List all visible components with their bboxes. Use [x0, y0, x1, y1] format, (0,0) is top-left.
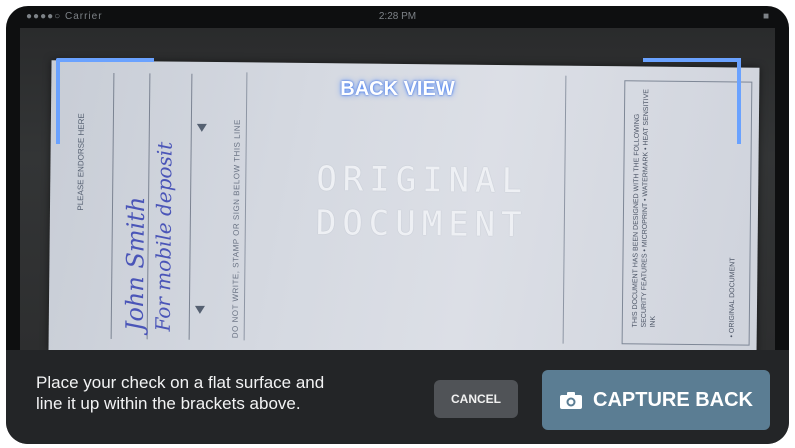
check-center-panel: ORIGINAL DOCUMENT	[243, 72, 567, 344]
camera-icon	[559, 391, 583, 409]
capture-back-button[interactable]: CAPTURE BACK	[542, 370, 770, 430]
alignment-bracket-top-left	[56, 58, 154, 144]
handwriting-name: John Smith	[120, 196, 151, 332]
watermark-line: DOCUMENT	[315, 203, 528, 246]
arrow-down-icon	[196, 123, 207, 132]
capture-toolbar: Place your check on a flat surface and l…	[6, 350, 789, 444]
check-edge-text: • ORIGINAL DOCUMENT	[728, 257, 737, 338]
watermark-line: ORIGINAL	[316, 159, 529, 202]
handwriting-note: For mobile deposit	[150, 141, 177, 332]
watermark: ORIGINAL DOCUMENT	[316, 157, 529, 247]
status-bar: ●●●●○ Carrier 2:28 PM ■	[6, 6, 789, 28]
alignment-bracket-top-right	[643, 58, 741, 144]
arrow-down-icon	[194, 305, 205, 314]
status-time: 2:28 PM	[378, 11, 417, 22]
do-not-write-notice: DO NOT WRITE, STAMP OR SIGN BELOW THIS L…	[230, 119, 242, 339]
app-screen: ●●●●○ Carrier 2:28 PM ■ PLEASE ENDORSE H…	[6, 6, 789, 444]
camera-preview: PLEASE ENDORSE HERE John Smith For mobil…	[20, 28, 775, 350]
back-view-label: BACK VIEW	[340, 78, 455, 100]
handwritten-endorsement: John Smith For mobile deposit	[120, 142, 177, 332]
capture-back-label: CAPTURE BACK	[593, 388, 753, 411]
cancel-button[interactable]: CANCEL	[434, 380, 518, 418]
battery-icon: ■	[762, 11, 769, 22]
capture-instructions: Place your check on a flat surface and l…	[36, 373, 325, 413]
endorsement-line	[188, 73, 193, 340]
